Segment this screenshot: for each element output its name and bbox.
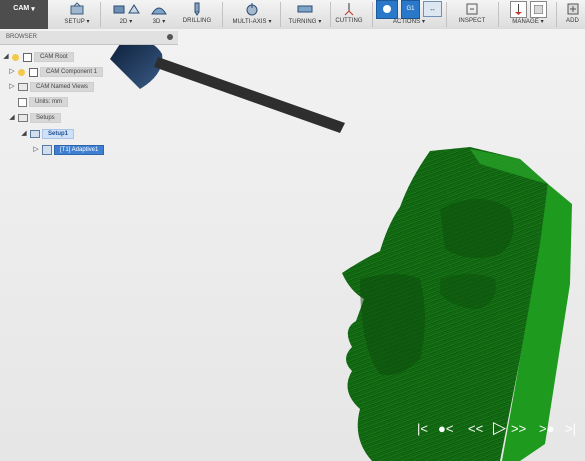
tree-node-setups[interactable]: ◢ Setups (8, 112, 61, 124)
setup-icon (30, 130, 40, 138)
multi-axis-menu[interactable]: MULTI-AXIS ▾ (226, 0, 278, 29)
actions-label: ACTIONS (392, 19, 421, 25)
chevron-down-icon: ▾ (31, 6, 35, 13)
workspace-label: CAM (13, 5, 30, 12)
manage-label: MANAGE (512, 19, 539, 25)
expanded-triangle-icon[interactable]: ◢ (2, 53, 10, 61)
lightbulb-icon[interactable] (12, 53, 19, 61)
cutting-icon (344, 3, 354, 16)
cutting-label: CUTTING (335, 18, 363, 24)
fast-forward-icon[interactable]: >> (511, 421, 526, 436)
component-icon (29, 67, 38, 77)
collapsed-triangle-icon[interactable]: ▷ (8, 68, 16, 76)
2d-pocket-icon (113, 5, 124, 14)
setups-label: Setups (30, 113, 61, 123)
multi-axis-icon (246, 3, 258, 16)
folder-icon (18, 83, 28, 91)
expanded-triangle-icon[interactable]: ◢ (8, 114, 16, 122)
3d-menu[interactable]: 3D ▾ (142, 0, 176, 29)
inspect-label: INSPECT (458, 18, 486, 24)
multi-axis-label: MULTI-AXIS (232, 19, 267, 25)
turning-label: TURNING (288, 19, 317, 25)
skip-start-icon[interactable]: |< (417, 421, 428, 436)
tree-node-setup1[interactable]: ◢ Setup1 (20, 128, 75, 140)
collapsed-triangle-icon[interactable]: ▷ (32, 146, 40, 154)
pin-icon[interactable] (167, 34, 173, 40)
cam-root-label: CAM Root (34, 52, 74, 62)
step-back-icon[interactable]: ●< (438, 421, 453, 436)
folder-icon (18, 114, 28, 122)
collapsed-triangle-icon[interactable]: ▷ (8, 83, 16, 91)
units-icon (18, 97, 27, 107)
skip-end-icon[interactable]: >| (565, 421, 576, 436)
cutting-tool (110, 40, 345, 133)
lightbulb-icon[interactable] (18, 68, 25, 76)
model-view (110, 40, 572, 461)
setup-menu[interactable]: SETUP ▾ (56, 0, 98, 29)
adaptive1-label: [T1] Adaptive1 (54, 145, 105, 155)
drilling-label: DRILLING (182, 18, 212, 24)
setup-sheet-icon[interactable]: ↔ (423, 1, 442, 17)
2d-label: 2D (119, 19, 128, 25)
cam-component-label: CAM Component 1 (40, 67, 104, 77)
drill-icon (194, 2, 200, 16)
3d-adaptive-icon (151, 7, 167, 15)
tree-node-adaptive1[interactable]: ▷ [T1] Adaptive1 (32, 144, 105, 156)
named-views-label: CAM Named Views (30, 82, 94, 92)
add-ins-icon (567, 3, 578, 15)
setup-label: SETUP (64, 19, 85, 25)
inspect-icon (466, 3, 478, 15)
tree-node-units[interactable]: Units: mm (16, 96, 68, 108)
post-process-icon[interactable]: G1 (401, 0, 420, 19)
machined-part (342, 147, 572, 461)
cam-toolbar: CAM ▾ SETUP ▾ 2D ▾ 3D ▾ DRILLING MULTI-A… (0, 0, 585, 30)
drilling-button[interactable]: DRILLING (178, 0, 216, 29)
document-icon (23, 52, 32, 62)
actions-menu[interactable]: G1 ↔ ACTIONS ▾ (374, 0, 444, 29)
browser-header[interactable]: BROWSER (0, 31, 178, 45)
cutting-menu[interactable]: CUTTING (332, 0, 366, 29)
2d-contour-icon (127, 4, 140, 14)
turning-icon (297, 5, 313, 13)
inspect-menu[interactable]: INSPECT (452, 0, 492, 29)
tree-node-cam-component[interactable]: ▷ CAM Component 1 (8, 66, 104, 78)
turning-menu[interactable]: TURNING ▾ (284, 0, 326, 29)
workspace-switcher[interactable]: CAM ▾ (0, 0, 48, 29)
setup1-label: Setup1 (42, 129, 75, 139)
2d-menu[interactable]: 2D ▾ (106, 0, 146, 29)
manage-menu[interactable]: MANAGE ▾ (504, 0, 552, 29)
graphics-viewport[interactable] (0, 29, 585, 461)
template-icon (529, 0, 547, 18)
tree-node-named-views[interactable]: ▷ CAM Named Views (8, 81, 94, 93)
3d-label: 3D (152, 19, 161, 25)
simulate-icon[interactable] (376, 0, 398, 19)
tool-library-icon (509, 0, 527, 18)
add-ins-label: ADD (566, 18, 579, 24)
browser-title: BROWSER (6, 34, 38, 40)
adaptive-operation-icon (42, 145, 52, 155)
add-ins-menu[interactable]: ADD (560, 0, 585, 29)
setup-icon (70, 2, 84, 15)
rewind-icon[interactable]: << (468, 421, 483, 436)
expanded-triangle-icon[interactable]: ◢ (20, 130, 28, 138)
units-label: Units: mm (29, 97, 68, 107)
play-icon[interactable]: ▷ (493, 418, 506, 438)
step-forward-icon[interactable]: >● (539, 421, 554, 436)
tree-node-cam-root[interactable]: ◢ CAM Root (2, 51, 74, 63)
